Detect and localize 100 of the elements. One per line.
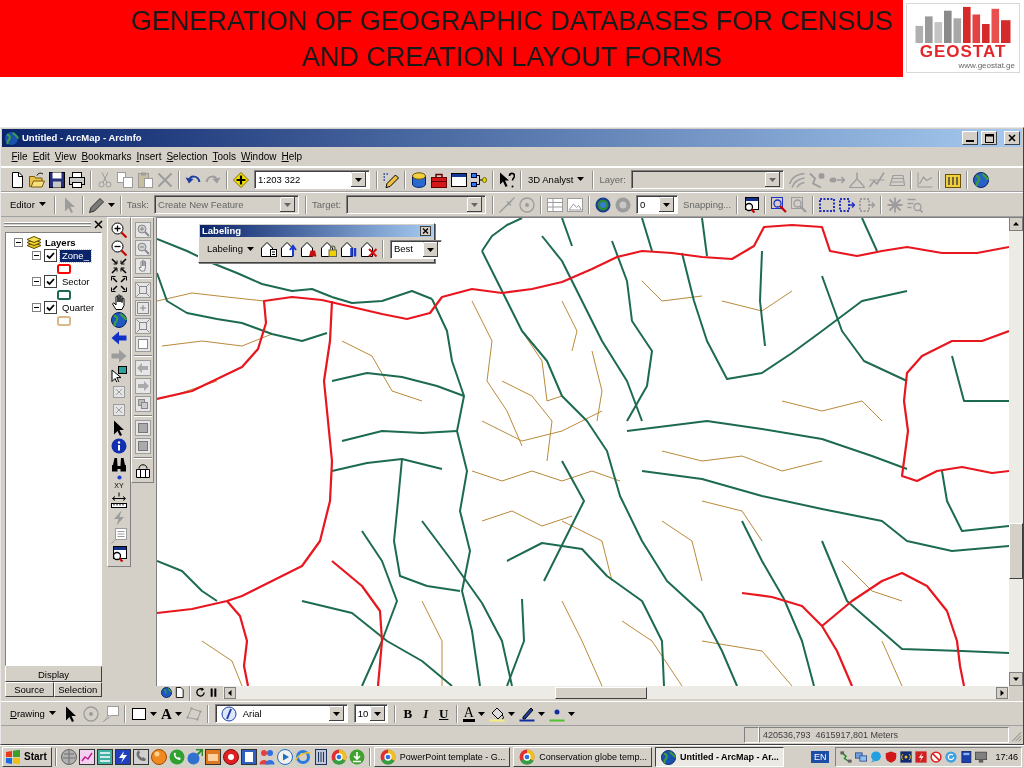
caret-icon[interactable] bbox=[107, 202, 115, 207]
circle-logo-icon[interactable] bbox=[330, 749, 347, 765]
page-box-icon[interactable] bbox=[134, 420, 151, 436]
network-cable-icon[interactable] bbox=[840, 751, 853, 763]
pan-hand-icon[interactable] bbox=[111, 294, 127, 310]
close-icon[interactable] bbox=[94, 220, 103, 229]
unplaced-labels-icon[interactable] bbox=[360, 241, 377, 257]
caret-icon[interactable] bbox=[537, 711, 545, 716]
underline-button[interactable]: U bbox=[434, 705, 453, 722]
menu-item[interactable]: Window bbox=[238, 150, 279, 163]
back-arrow-icon[interactable] bbox=[111, 330, 127, 346]
menu-item[interactable]: Help bbox=[279, 150, 305, 163]
magnifier-window-icon[interactable] bbox=[111, 546, 127, 562]
scroll-up-icon[interactable] bbox=[1009, 217, 1023, 231]
monitor-icon[interactable] bbox=[975, 751, 988, 763]
model-diagram-icon[interactable] bbox=[471, 171, 487, 188]
printer-icon[interactable] bbox=[69, 171, 85, 188]
scroll-thumb[interactable] bbox=[555, 686, 647, 699]
page-actual-size-icon[interactable] bbox=[134, 336, 151, 352]
computers-icon[interactable] bbox=[855, 751, 868, 763]
taskbar-button[interactable]: PowerPoint template - G... bbox=[373, 747, 511, 767]
font-combo[interactable]: Arial bbox=[214, 704, 348, 723]
refresh-icon[interactable] bbox=[195, 687, 206, 698]
grid-tile-icon[interactable] bbox=[96, 749, 113, 765]
taskbar-button[interactable]: Untitled - ArcMap - Ar... bbox=[654, 747, 784, 767]
book-icon[interactable] bbox=[960, 751, 973, 763]
font-color-button[interactable]: A bbox=[460, 705, 477, 722]
view-tab[interactable]: Source bbox=[5, 682, 54, 697]
info-icon[interactable] bbox=[111, 438, 127, 454]
page-box-icon[interactable] bbox=[134, 438, 151, 454]
minimize-button[interactable] bbox=[962, 131, 978, 145]
dock-grip[interactable] bbox=[4, 221, 91, 228]
select-zoom-icon[interactable] bbox=[771, 196, 788, 213]
building-icon[interactable] bbox=[312, 749, 329, 765]
view-tab[interactable]: Selection bbox=[53, 682, 102, 697]
page-zoom-in-icon[interactable] bbox=[134, 222, 151, 238]
collapse-box-icon[interactable] bbox=[32, 303, 41, 312]
menu-item[interactable]: View bbox=[52, 150, 79, 163]
fixed-zoom-out-icon[interactable] bbox=[111, 276, 127, 292]
scroll-down-icon[interactable] bbox=[1009, 672, 1023, 686]
menu-item[interactable]: Tools bbox=[210, 150, 239, 163]
shield-icon[interactable] bbox=[885, 751, 898, 763]
maximize-button[interactable] bbox=[981, 131, 997, 145]
dropdown-arrow-icon[interactable] bbox=[659, 197, 675, 212]
page-tile-icon[interactable] bbox=[240, 749, 257, 765]
ball-icon[interactable] bbox=[150, 749, 167, 765]
collapse-box-icon[interactable] bbox=[32, 251, 41, 260]
label-weight-icon[interactable] bbox=[300, 241, 317, 257]
no-entry-icon[interactable] bbox=[930, 751, 943, 763]
full-extent-globe-icon[interactable] bbox=[111, 312, 127, 328]
horizontal-scrollbar[interactable] bbox=[223, 686, 1009, 699]
taskbar-button[interactable]: Conservation globe temp... bbox=[513, 747, 652, 767]
measure-icon[interactable] bbox=[111, 492, 127, 508]
open-folder-icon[interactable] bbox=[29, 171, 45, 188]
caret-icon[interactable] bbox=[567, 711, 575, 716]
selection-arrow-icon[interactable] bbox=[839, 196, 856, 213]
page-extent-icon[interactable] bbox=[134, 300, 151, 316]
scene-stack-icon[interactable] bbox=[944, 171, 961, 188]
page-fixed-zoom-icon[interactable] bbox=[134, 318, 151, 334]
menu-item[interactable]: Edit bbox=[30, 150, 53, 163]
labeling-menu[interactable]: Labeling bbox=[204, 243, 259, 255]
menu-item[interactable]: Insert bbox=[133, 150, 164, 163]
sketch-pencil-icon[interactable] bbox=[88, 196, 105, 213]
map-scale-combo[interactable]: 1:203 322 bbox=[254, 170, 370, 189]
wireless-icon[interactable] bbox=[900, 751, 913, 763]
visibility-checkbox[interactable] bbox=[44, 249, 57, 262]
vertical-scrollbar[interactable] bbox=[1009, 217, 1023, 686]
paint-bucket-icon[interactable] bbox=[488, 705, 505, 722]
page-zoom-out-icon[interactable] bbox=[134, 240, 151, 256]
menu-item[interactable]: Selection bbox=[163, 150, 211, 163]
page-stack-icon[interactable] bbox=[134, 396, 151, 412]
scroll-right-icon[interactable] bbox=[996, 686, 1008, 699]
flash-tile-icon[interactable] bbox=[915, 751, 928, 763]
chart-tile-icon[interactable] bbox=[78, 749, 95, 765]
ring-globe-icon[interactable] bbox=[595, 196, 612, 213]
binoculars-icon[interactable] bbox=[111, 456, 127, 472]
lightning-tile-icon[interactable] bbox=[114, 749, 131, 765]
scroll-thumb[interactable] bbox=[1009, 523, 1023, 579]
page-fixed-zoom-icon[interactable] bbox=[134, 282, 151, 298]
dropdown-arrow-icon[interactable] bbox=[370, 706, 386, 721]
layer-label[interactable]: Sector bbox=[60, 275, 92, 288]
picture-frame-icon[interactable] bbox=[567, 196, 584, 213]
scroll-left-icon[interactable] bbox=[224, 686, 236, 699]
caret-icon[interactable] bbox=[149, 711, 157, 716]
label-lock-icon[interactable] bbox=[320, 241, 337, 257]
close-icon[interactable] bbox=[420, 226, 431, 236]
line-pen-icon[interactable] bbox=[518, 705, 535, 722]
close-button[interactable] bbox=[1004, 131, 1020, 145]
font-size-combo[interactable]: 10 bbox=[353, 704, 388, 723]
layer-group-label[interactable]: Layers bbox=[45, 236, 76, 249]
visibility-checkbox[interactable] bbox=[44, 301, 57, 314]
visibility-checkbox[interactable] bbox=[44, 275, 57, 288]
window-icon[interactable] bbox=[451, 171, 467, 188]
language-indicator[interactable]: EN bbox=[810, 750, 830, 764]
rectangle-icon[interactable] bbox=[130, 705, 147, 722]
caret-icon[interactable] bbox=[507, 711, 515, 716]
column-layout-icon[interactable] bbox=[134, 462, 151, 478]
layer-label[interactable]: Quarter bbox=[60, 301, 97, 314]
attribute-table-icon[interactable] bbox=[547, 196, 564, 213]
menu-item[interactable]: Bookmarks bbox=[78, 150, 134, 163]
